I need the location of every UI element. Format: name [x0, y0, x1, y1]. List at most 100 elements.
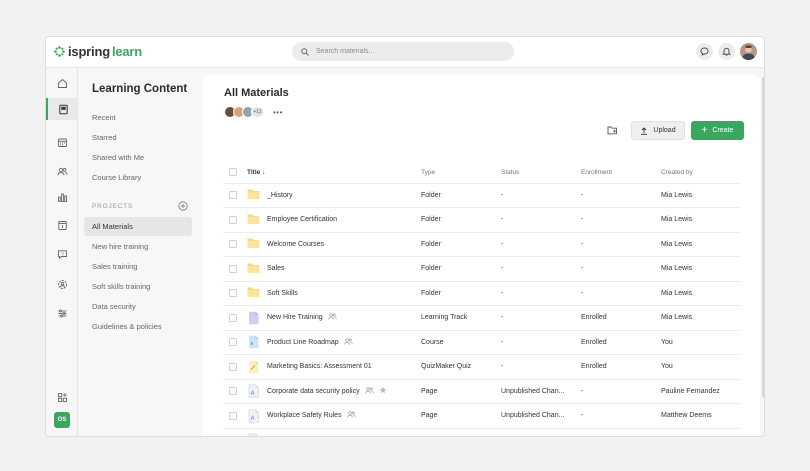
search-input[interactable]	[316, 48, 496, 55]
row-checkbox[interactable]	[229, 191, 237, 200]
item-title[interactable]: Sales	[267, 265, 285, 272]
more-options-icon[interactable]: •••	[273, 108, 283, 117]
type-cell: Page	[421, 403, 501, 429]
rail-events[interactable]	[46, 214, 78, 236]
sidebar-item-soft-skills-training[interactable]: Soft skills training	[84, 277, 192, 296]
table-row[interactable]: _History Folder - - Mia Lewis	[223, 183, 740, 208]
enrollment-cell: -	[581, 428, 661, 436]
sidebar-link-course-library[interactable]: Course Library	[92, 173, 141, 182]
notifications-button[interactable]	[718, 43, 735, 60]
row-checkbox[interactable]	[229, 289, 237, 298]
table-row[interactable]: AInformation SecurityPageUnpublished Cha…	[223, 428, 740, 437]
table-row[interactable]: A Workplace Safety Rules Page Unpublished C…	[223, 403, 740, 429]
table-row[interactable]: New Hire Training Learning Track - Enrolled…	[223, 305, 740, 331]
item-title[interactable]: Welcome Courses	[267, 241, 324, 248]
rail-help[interactable]: ?	[46, 243, 78, 265]
column-type[interactable]: Type	[421, 162, 501, 184]
row-checkbox[interactable]	[229, 215, 237, 224]
rail-content[interactable]	[46, 98, 78, 120]
item-title[interactable]: New Hire Training	[267, 314, 323, 321]
type-cell: Folder	[421, 232, 501, 257]
folder-icon	[247, 188, 260, 202]
rail-calendar[interactable]	[46, 131, 78, 153]
users-icon	[57, 167, 67, 175]
item-title[interactable]: Marketing Basics: Assessment 01	[267, 363, 372, 370]
sidebar-item-guidelines-policies[interactable]: Guidelines & policies	[84, 317, 192, 336]
sidebar-item-all-materials[interactable]: All Materials	[84, 217, 192, 236]
status-cell: Unpublished Chan...	[501, 379, 581, 404]
chat-question-icon: ?	[57, 249, 67, 259]
new-folder-icon[interactable]	[607, 125, 618, 135]
column-status[interactable]: Status	[501, 162, 581, 184]
created-by-cell: Mia Lewis	[661, 183, 740, 208]
upload-button[interactable]: Upload	[631, 121, 685, 140]
created-by-cell: Mia Lewis	[661, 232, 740, 257]
enrollment-cell: Enrolled	[581, 330, 661, 355]
chat-button[interactable]	[696, 43, 713, 60]
user-initials-badge[interactable]: OS	[54, 412, 70, 428]
rail-home[interactable]	[46, 72, 78, 94]
sidebar-link-recent[interactable]: Recent	[92, 113, 116, 122]
table-row[interactable]: Sales Folder - - Mia Lewis	[223, 256, 740, 282]
projects-label: PROJECTS	[92, 203, 134, 210]
row-select-cell	[223, 305, 247, 331]
item-title[interactable]: Employee Certification	[267, 216, 337, 223]
people-count-badge: +12	[251, 106, 264, 118]
column-enrollment[interactable]: Enrollment	[581, 162, 661, 184]
status-cell: Unpublished Chan...	[501, 403, 581, 429]
item-title[interactable]: Soft Skills	[267, 290, 298, 297]
search-bar[interactable]	[292, 42, 514, 61]
add-project-icon[interactable]	[178, 201, 188, 211]
table-row[interactable]: Product Line Roadmap Course - Enrolled You	[223, 330, 740, 355]
sidebar-link-starred[interactable]: Starred	[92, 133, 117, 142]
rail-administration[interactable]	[46, 273, 78, 295]
create-button[interactable]: + Create	[691, 121, 744, 140]
select-all-cell	[223, 162, 247, 184]
sidebar-title: Learning Content	[92, 83, 188, 95]
shared-people[interactable]: +12 •••	[224, 106, 283, 118]
table-row[interactable]: Soft Skills Folder - - Mia Lewis	[223, 281, 740, 306]
table-row[interactable]: Marketing Basics: Assessment 01 QuizMaker…	[223, 354, 740, 380]
row-checkbox[interactable]	[229, 387, 237, 396]
created-by-cell: Mia Lewis	[661, 305, 740, 331]
bell-icon	[722, 47, 731, 56]
column-title[interactable]: Title ↓	[247, 162, 421, 184]
table-row[interactable]: Welcome Courses Folder - - Mia Lewis	[223, 232, 740, 257]
sidebar-item-new-hire-training[interactable]: New hire training	[84, 237, 192, 256]
status-cell: -	[501, 256, 581, 282]
sidebar-link-shared[interactable]: Shared with Me	[92, 153, 144, 162]
rail-settings[interactable]	[46, 302, 78, 324]
item-title[interactable]: Product Line Roadmap	[267, 339, 339, 346]
row-checkbox[interactable]	[229, 411, 237, 420]
rail-add-widget[interactable]	[46, 386, 78, 408]
table-row[interactable]: A Corporate data security policy Page Unpub…	[223, 379, 740, 404]
item-title[interactable]: _History	[267, 192, 293, 199]
row-checkbox[interactable]	[229, 338, 237, 347]
select-all-checkbox[interactable]	[229, 168, 237, 177]
column-created-by[interactable]: Created by	[661, 162, 740, 184]
row-checkbox[interactable]	[229, 264, 237, 273]
chart-icon	[57, 193, 67, 202]
track-icon	[247, 311, 260, 325]
row-checkbox[interactable]	[229, 362, 237, 371]
table-row[interactable]: Employee Certification Folder - - Mia Lewis	[223, 207, 740, 233]
title-cell: Welcome Courses	[247, 232, 421, 257]
rail-users[interactable]	[46, 160, 78, 182]
star-icon[interactable]	[379, 386, 387, 396]
logo[interactable]: ispring learn	[54, 44, 142, 59]
row-checkbox[interactable]	[229, 240, 237, 249]
item-title[interactable]: Workplace Safety Rules	[267, 412, 342, 419]
folder-icon	[247, 262, 260, 276]
svg-text:A: A	[251, 391, 255, 397]
row-checkbox[interactable]	[229, 436, 237, 437]
upload-label: Upload	[653, 127, 676, 134]
row-select-cell	[223, 403, 247, 429]
user-avatar[interactable]	[740, 43, 757, 60]
title-cell: A Workplace Safety Rules	[247, 403, 421, 429]
item-title[interactable]: Corporate data security policy	[267, 388, 360, 395]
rail-reports[interactable]	[46, 186, 78, 208]
row-checkbox[interactable]	[229, 313, 237, 322]
sidebar-item-data-security[interactable]: Data security	[84, 297, 192, 316]
sidebar-item-sales-training[interactable]: Sales training	[84, 257, 192, 276]
scrollbar-thumb[interactable]	[762, 77, 764, 397]
